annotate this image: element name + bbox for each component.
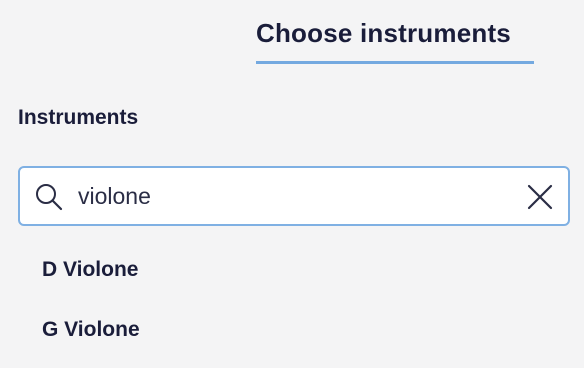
search-box[interactable] [18,166,570,226]
instrument-picker: Choose instruments Instruments D Violone… [0,0,584,368]
section-title: Instruments [18,106,139,129]
instrument-name: G Violone [42,318,140,341]
tab-choose-instruments[interactable]: Choose instruments [256,14,534,64]
search-icon [34,182,64,212]
instrument-name: D Violone [42,258,139,281]
close-icon[interactable] [526,183,554,211]
list-item[interactable]: G Violone [0,308,584,368]
search-input[interactable] [78,178,508,214]
tab-label: Choose instruments [256,18,511,48]
list-item[interactable]: D Violone [0,248,584,308]
instrument-results-list: D Violone G Violone [0,248,584,368]
